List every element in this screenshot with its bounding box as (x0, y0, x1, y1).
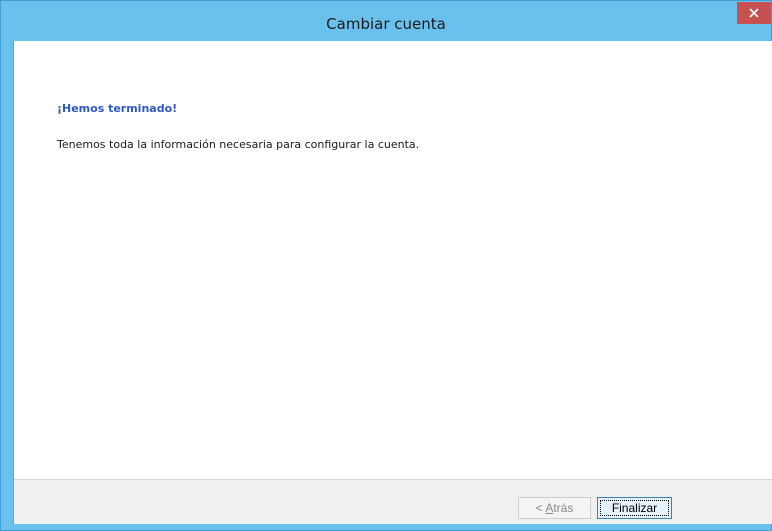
completion-heading: ¡Hemos terminado! (57, 102, 178, 115)
window-title: Cambiar cuenta (326, 15, 446, 33)
finish-button-label: Finalizar (600, 500, 669, 516)
back-button-prefix: < (535, 501, 546, 515)
back-button-label: trás (553, 501, 574, 515)
finish-button[interactable]: Finalizar (597, 497, 672, 519)
content-panel: ¡Hemos terminado! Tenemos toda la inform… (14, 41, 772, 479)
button-bar: < Atrás Finalizar (14, 479, 772, 524)
completion-description: Tenemos toda la información necesaria pa… (57, 138, 420, 151)
dialog-client-area: ¡Hemos terminado! Tenemos toda la inform… (13, 41, 772, 524)
title-bar[interactable]: Cambiar cuenta (1, 1, 771, 41)
back-button[interactable]: < Atrás (518, 497, 591, 519)
close-button[interactable] (737, 2, 771, 24)
dialog-window: Cambiar cuenta ¡Hemos terminado! Tenemos… (0, 0, 772, 531)
window-bottom-border (1, 524, 771, 530)
close-icon (749, 8, 759, 18)
